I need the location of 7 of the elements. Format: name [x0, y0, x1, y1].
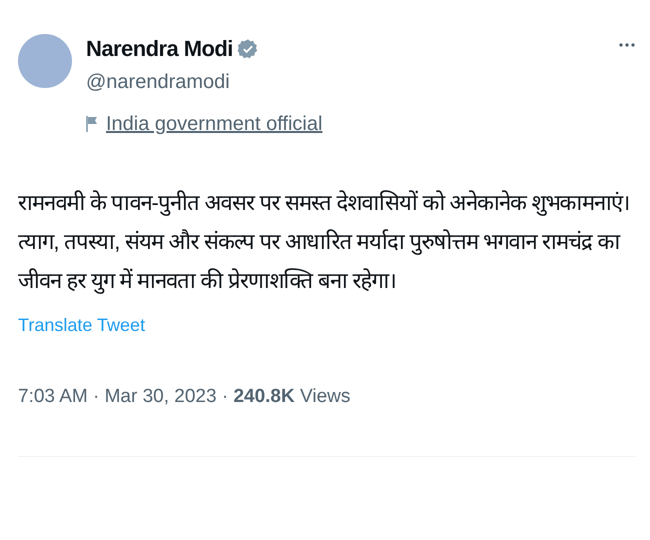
flag-icon	[86, 115, 98, 133]
tweet-meta: 7:03 AM · Mar 30, 2023 · 240.8K Views	[18, 385, 352, 409]
account-label-link[interactable]: India government official	[106, 109, 322, 139]
more-options-icon[interactable]	[618, 42, 636, 48]
author-name[interactable]: Narendra Modi	[86, 32, 233, 65]
tweet-text: रामनवमी के पावन-पुनीत अवसर पर समस्त देशवासियों को अनेकानेक शुभकामनाएं। त्याग, तपस्या, संयम और संकल्प पर आधारित मर्यादा पुरुषोत्तम भगवान रामचंद्र का जीवन हर युग में मानवता की प्रेरणाशक्ति बना रहेगा।	[18, 189, 630, 296]
author-handle[interactable]: @narendramodi	[86, 67, 618, 97]
